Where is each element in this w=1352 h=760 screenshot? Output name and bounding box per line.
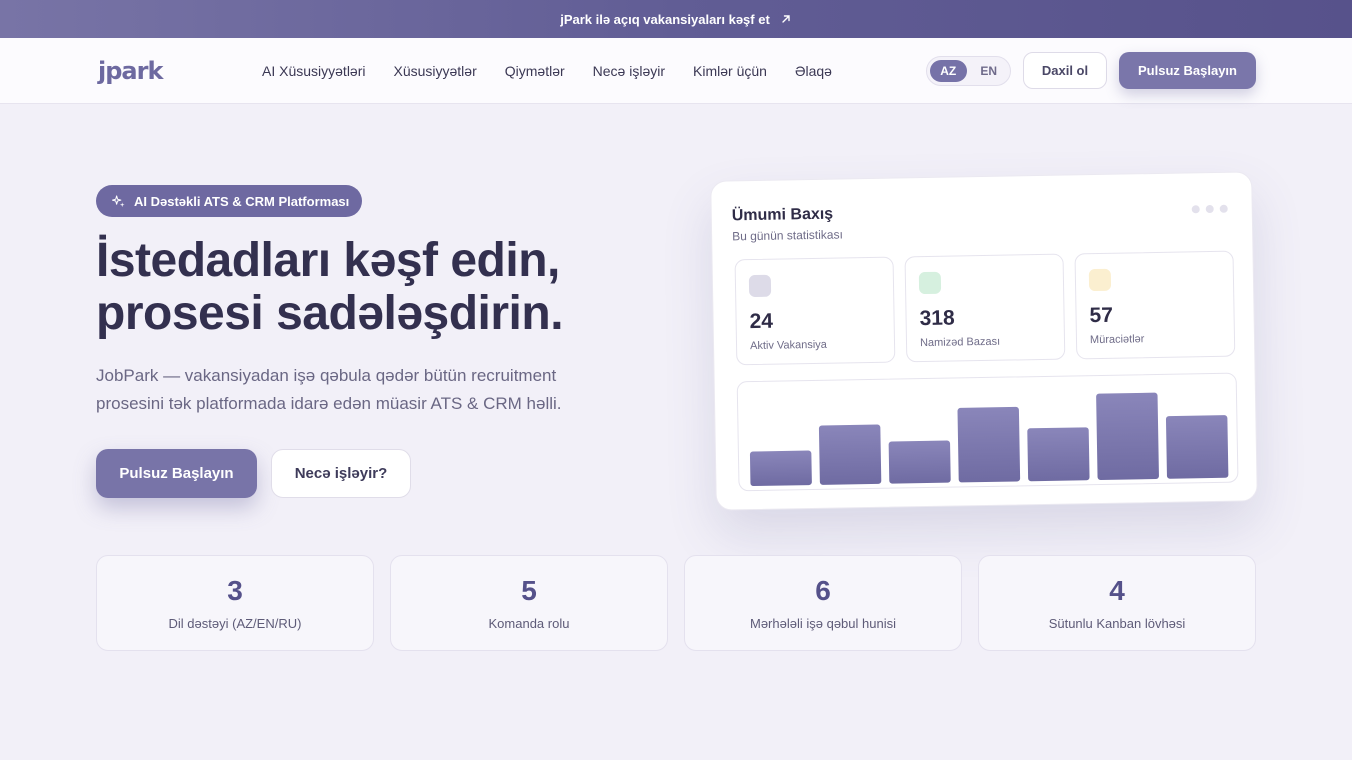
stat-number: 3 — [227, 575, 243, 606]
stat-hiring-funnel: 6 Mərhələli işə qəbul hunisi — [684, 555, 962, 651]
nav-link-for-whom[interactable]: Kimlər üçün — [693, 63, 767, 79]
stat-number: 5 — [521, 575, 537, 606]
stat-text: Dil dəstəyi (AZ/EN/RU) — [168, 616, 302, 631]
announcement-bar[interactable]: jPark ilə açıq vakansiyaları kəşf et — [0, 0, 1352, 38]
chart-bar-1 — [749, 450, 812, 487]
sparkle-icon — [112, 194, 125, 207]
chart-bar-2 — [818, 424, 882, 485]
nav-links: AI Xüsusiyyətləri Xüsusiyyətlər Qiymətlə… — [262, 38, 832, 104]
stat-number: 6 — [815, 575, 831, 606]
dot — [1191, 205, 1200, 214]
stat-card-candidate-base: 318 Namizəd Bazası — [904, 253, 1066, 363]
stat-label: Namizəd Bazası — [919, 335, 1001, 350]
nav-link-pricing[interactable]: Qiymətlər — [505, 63, 565, 79]
nav-start-free-button[interactable]: Pulsuz Başlayın — [1119, 52, 1256, 89]
stat-kanban-board: 4 Sütunlu Kanban lövhəsi — [978, 555, 1256, 651]
logo-text: jpark — [98, 57, 163, 85]
nav-link-ai-features[interactable]: AI Xüsusiyyətləri — [262, 63, 365, 79]
stat-value: 318 — [919, 306, 955, 331]
dot — [1219, 204, 1228, 213]
hero-description: JobPark — vakansiyadan işə qəbula qədər … — [96, 362, 596, 418]
dashboard-subtitle: Bu günün statistikası — [732, 227, 843, 244]
bar-chart — [736, 372, 1239, 492]
hero-start-free-button[interactable]: Pulsuz Başlayın — [96, 449, 257, 498]
lang-en-button[interactable]: EN — [971, 60, 1008, 82]
stat-text: Mərhələli işə qəbul hunisi — [750, 616, 896, 631]
lang-az-button[interactable]: AZ — [930, 60, 967, 82]
hero-title: İstedadları kəşf edin, prosesi sadələşdi… — [96, 234, 656, 340]
dashboard-menu-dots — [1191, 204, 1228, 214]
language-switch: AZ EN — [926, 56, 1011, 86]
chart-bar-5 — [1027, 427, 1090, 482]
stat-number: 4 — [1109, 575, 1125, 606]
stat-value: 57 — [1089, 303, 1114, 328]
stat-color-square — [918, 271, 942, 295]
chart-bar-4 — [957, 406, 1021, 483]
nav-link-how-it-works[interactable]: Necə işləyir — [593, 63, 665, 79]
stat-color-square — [1088, 268, 1112, 292]
navbar: jpark AI Xüsusiyyətləri Xüsusiyyətlər Qi… — [0, 38, 1352, 104]
nav-link-contact[interactable]: Əlaqə — [795, 63, 832, 79]
hero-title-line-2: prosesi sadələşdirin. — [96, 287, 564, 340]
hero-title-line-1: İstedadları kəşf edin, — [96, 234, 560, 287]
dashboard-preview: Ümumi Baxış Bu günün statistikası 24 Akt… — [710, 171, 1258, 511]
arrow-up-right-icon — [782, 15, 790, 23]
stat-text: Komanda rolu — [488, 616, 570, 631]
dot — [1205, 204, 1214, 214]
stat-languages: 3 Dil dəstəyi (AZ/EN/RU) — [96, 555, 374, 651]
stat-card-active-vacancies: 24 Aktiv Vakansiya — [734, 256, 896, 366]
stat-card-applications: 57 Müraciətlər — [1074, 250, 1236, 360]
stat-label: Aktiv Vakansiya — [749, 338, 827, 353]
hero-badge: AI Dəstəkli ATS & CRM Platforması — [96, 185, 362, 217]
hero-how-it-works-button[interactable]: Necə işləyir? — [271, 449, 411, 498]
stat-color-square — [748, 274, 772, 298]
bar-chart-svg — [749, 392, 1229, 487]
hero-badge-text: AI Dəstəkli ATS & CRM Platforması — [134, 193, 350, 209]
dashboard-title: Ümumi Baxış — [731, 205, 834, 225]
stat-label: Müraciətlər — [1089, 333, 1145, 347]
dashboard-card: Ümumi Baxış Bu günün statistikası 24 Akt… — [710, 171, 1258, 511]
stat-value: 24 — [749, 309, 774, 334]
hero-description-line-2: prosesini tək platformada idarə edən müa… — [96, 394, 562, 413]
stat-text: Sütunlu Kanban lövhəsi — [1048, 616, 1186, 631]
logo[interactable]: jpark — [98, 56, 163, 86]
hero-description-line-1: JobPark — vakansiyadan işə qəbula qədər … — [96, 366, 557, 385]
chart-bar-7 — [1165, 415, 1229, 479]
chart-bar-3 — [888, 440, 951, 484]
login-button[interactable]: Daxil ol — [1023, 52, 1107, 89]
stat-team-roles: 5 Komanda rolu — [390, 555, 668, 651]
nav-link-features[interactable]: Xüsusiyyətlər — [393, 63, 476, 79]
announcement-text[interactable]: jPark ilə açıq vakansiyaları kəşf et — [560, 12, 770, 27]
chart-bar-6 — [1096, 392, 1159, 480]
